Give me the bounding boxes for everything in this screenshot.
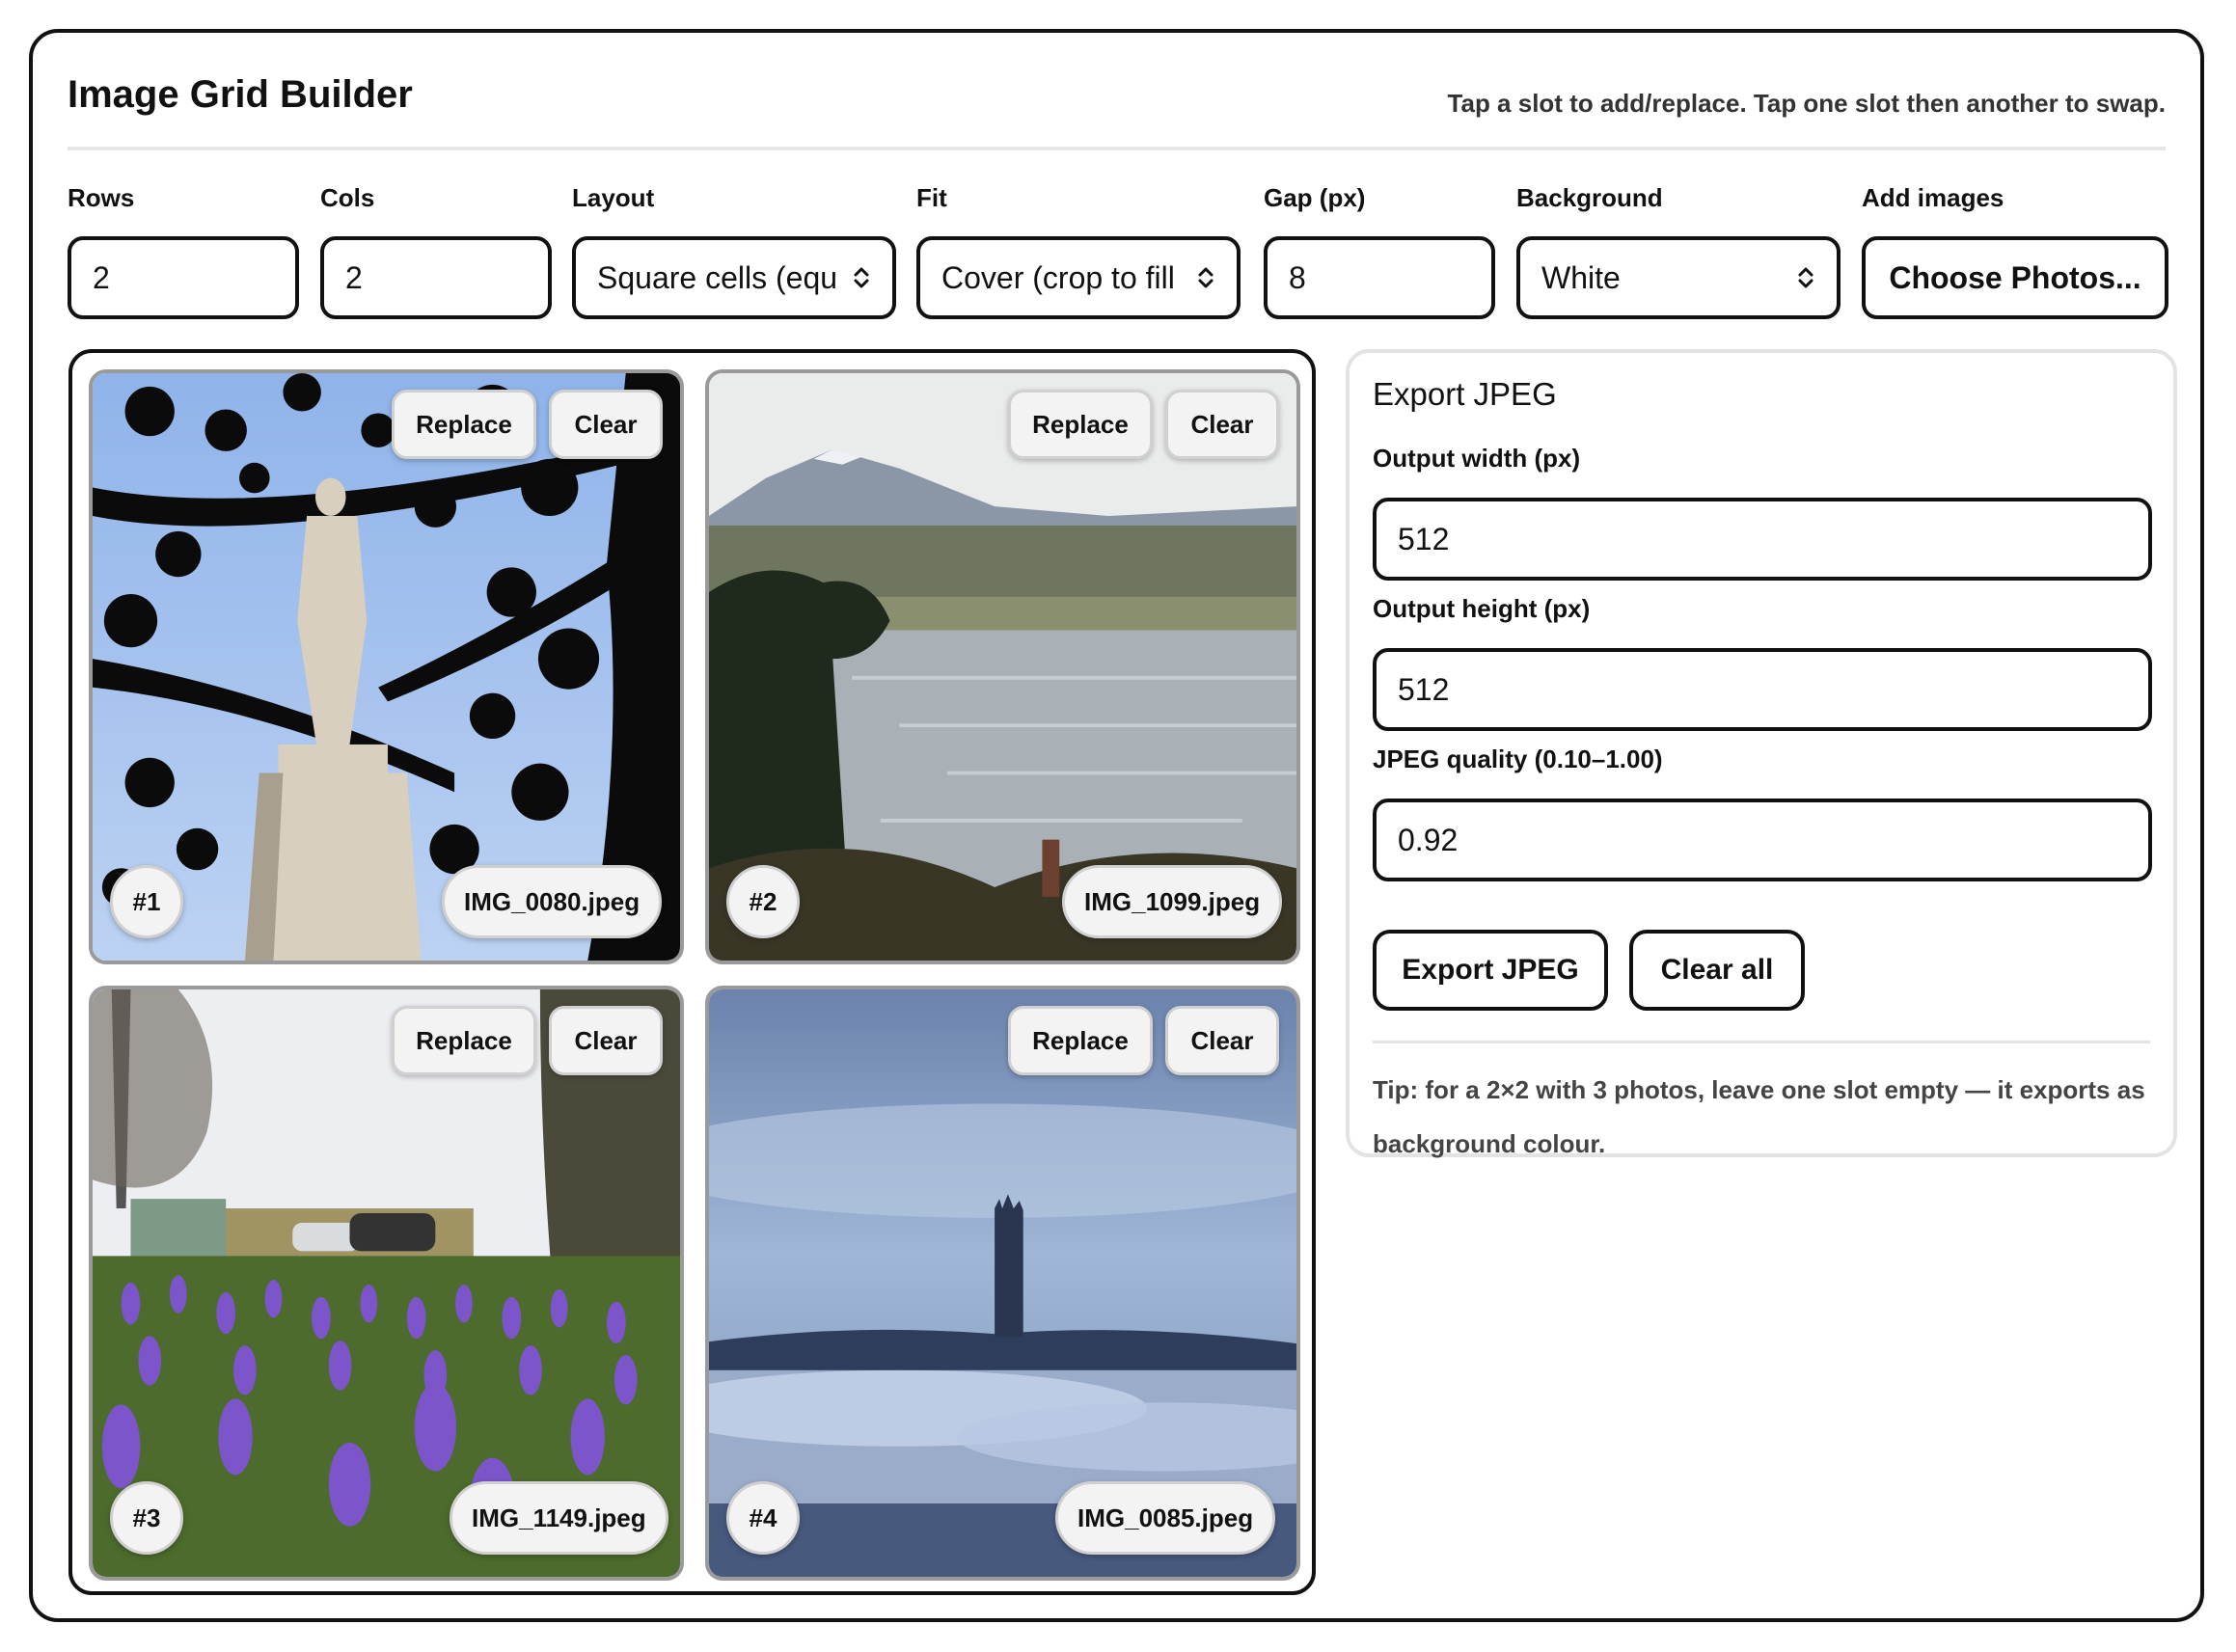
- gap-label: Gap (px): [1264, 183, 1366, 212]
- grid-slot-2[interactable]: Replace Clear #2 IMG_1099.jpeg: [705, 369, 1300, 964]
- replace-button[interactable]: Replace: [1008, 390, 1153, 459]
- image-grid: Replace Clear #1 IMG_0080.jpeg Replace C…: [68, 349, 1316, 1595]
- rows-input[interactable]: 2: [68, 236, 299, 319]
- replace-button[interactable]: Replace: [1008, 1006, 1153, 1075]
- slot-number-badge: #4: [726, 1481, 800, 1555]
- output-height-input[interactable]: 512: [1373, 648, 2152, 731]
- replace-button[interactable]: Replace: [392, 1006, 536, 1075]
- background-value: White: [1541, 259, 1621, 295]
- choose-photos-button[interactable]: Choose Photos...: [1862, 236, 2168, 319]
- background-label: Background: [1516, 183, 1663, 212]
- chevron-up-down-icon: [854, 267, 869, 288]
- clear-button[interactable]: Clear: [1165, 1006, 1279, 1075]
- usage-hint: Tap a slot to add/replace. Tap one slot …: [1447, 89, 2166, 118]
- layout-select[interactable]: Square cells (equ: [572, 236, 896, 319]
- fit-label: Fit: [916, 183, 947, 212]
- grid-slot-3[interactable]: Replace Clear #3 IMG_1149.jpeg: [89, 986, 684, 1581]
- export-panel-title: Export JPEG: [1373, 376, 1557, 412]
- clear-button[interactable]: Clear: [549, 1006, 663, 1075]
- output-height-label: Output height (px): [1373, 594, 1591, 623]
- tip-text: Tip: for a 2×2 with 3 photos, leave one …: [1373, 1075, 2145, 1158]
- slot-filename: IMG_0080.jpeg: [442, 865, 663, 938]
- grid-slot-1[interactable]: Replace Clear #1 IMG_0080.jpeg: [89, 369, 684, 964]
- layout-value: Square cells (equ: [597, 259, 838, 295]
- slot-number-badge: #1: [110, 865, 183, 938]
- clear-button[interactable]: Clear: [1165, 390, 1279, 459]
- fit-select[interactable]: Cover (crop to fill: [916, 236, 1241, 319]
- page-title: Image Grid Builder: [68, 73, 413, 116]
- header-divider: [68, 147, 2166, 150]
- background-select[interactable]: White: [1516, 236, 1841, 319]
- gap-input[interactable]: 8: [1264, 236, 1495, 319]
- jpeg-quality-input[interactable]: 0.92: [1373, 799, 2152, 881]
- rows-value: 2: [93, 259, 110, 295]
- export-panel: Export JPEG Output width (px) 512 Output…: [1346, 349, 2177, 1158]
- slot-number-badge: #3: [110, 1481, 183, 1555]
- slot-filename: IMG_1149.jpeg: [450, 1481, 668, 1555]
- add-images-label: Add images: [1862, 183, 2004, 212]
- chevron-up-down-icon: [1798, 267, 1813, 288]
- cols-label: Cols: [320, 183, 375, 212]
- slot-number-badge: #2: [726, 865, 800, 938]
- clear-button[interactable]: Clear: [549, 390, 663, 459]
- app-window: Image Grid Builder Tap a slot to add/rep…: [29, 29, 2204, 1622]
- cols-input[interactable]: 2: [320, 236, 552, 319]
- gap-value: 8: [1289, 259, 1306, 295]
- grid-slot-4[interactable]: Replace Clear #4 IMG_0085.jpeg: [705, 986, 1300, 1581]
- slot-filename: IMG_0085.jpeg: [1055, 1481, 1276, 1555]
- output-width-label: Output width (px): [1373, 444, 1581, 473]
- output-width-input[interactable]: 512: [1373, 498, 2152, 581]
- fit-value: Cover (crop to fill: [941, 259, 1175, 295]
- panel-divider: [1373, 1041, 2150, 1043]
- rows-label: Rows: [68, 183, 135, 212]
- jpeg-quality-label: JPEG quality (0.10–1.00): [1373, 745, 1663, 773]
- chevron-up-down-icon: [1198, 267, 1213, 288]
- layout-label: Layout: [572, 183, 655, 212]
- replace-button[interactable]: Replace: [392, 390, 536, 459]
- cols-value: 2: [345, 259, 363, 295]
- slot-filename: IMG_1099.jpeg: [1062, 865, 1283, 938]
- export-jpeg-button[interactable]: Export JPEG: [1373, 930, 1608, 1011]
- clear-all-button[interactable]: Clear all: [1629, 930, 1805, 1011]
